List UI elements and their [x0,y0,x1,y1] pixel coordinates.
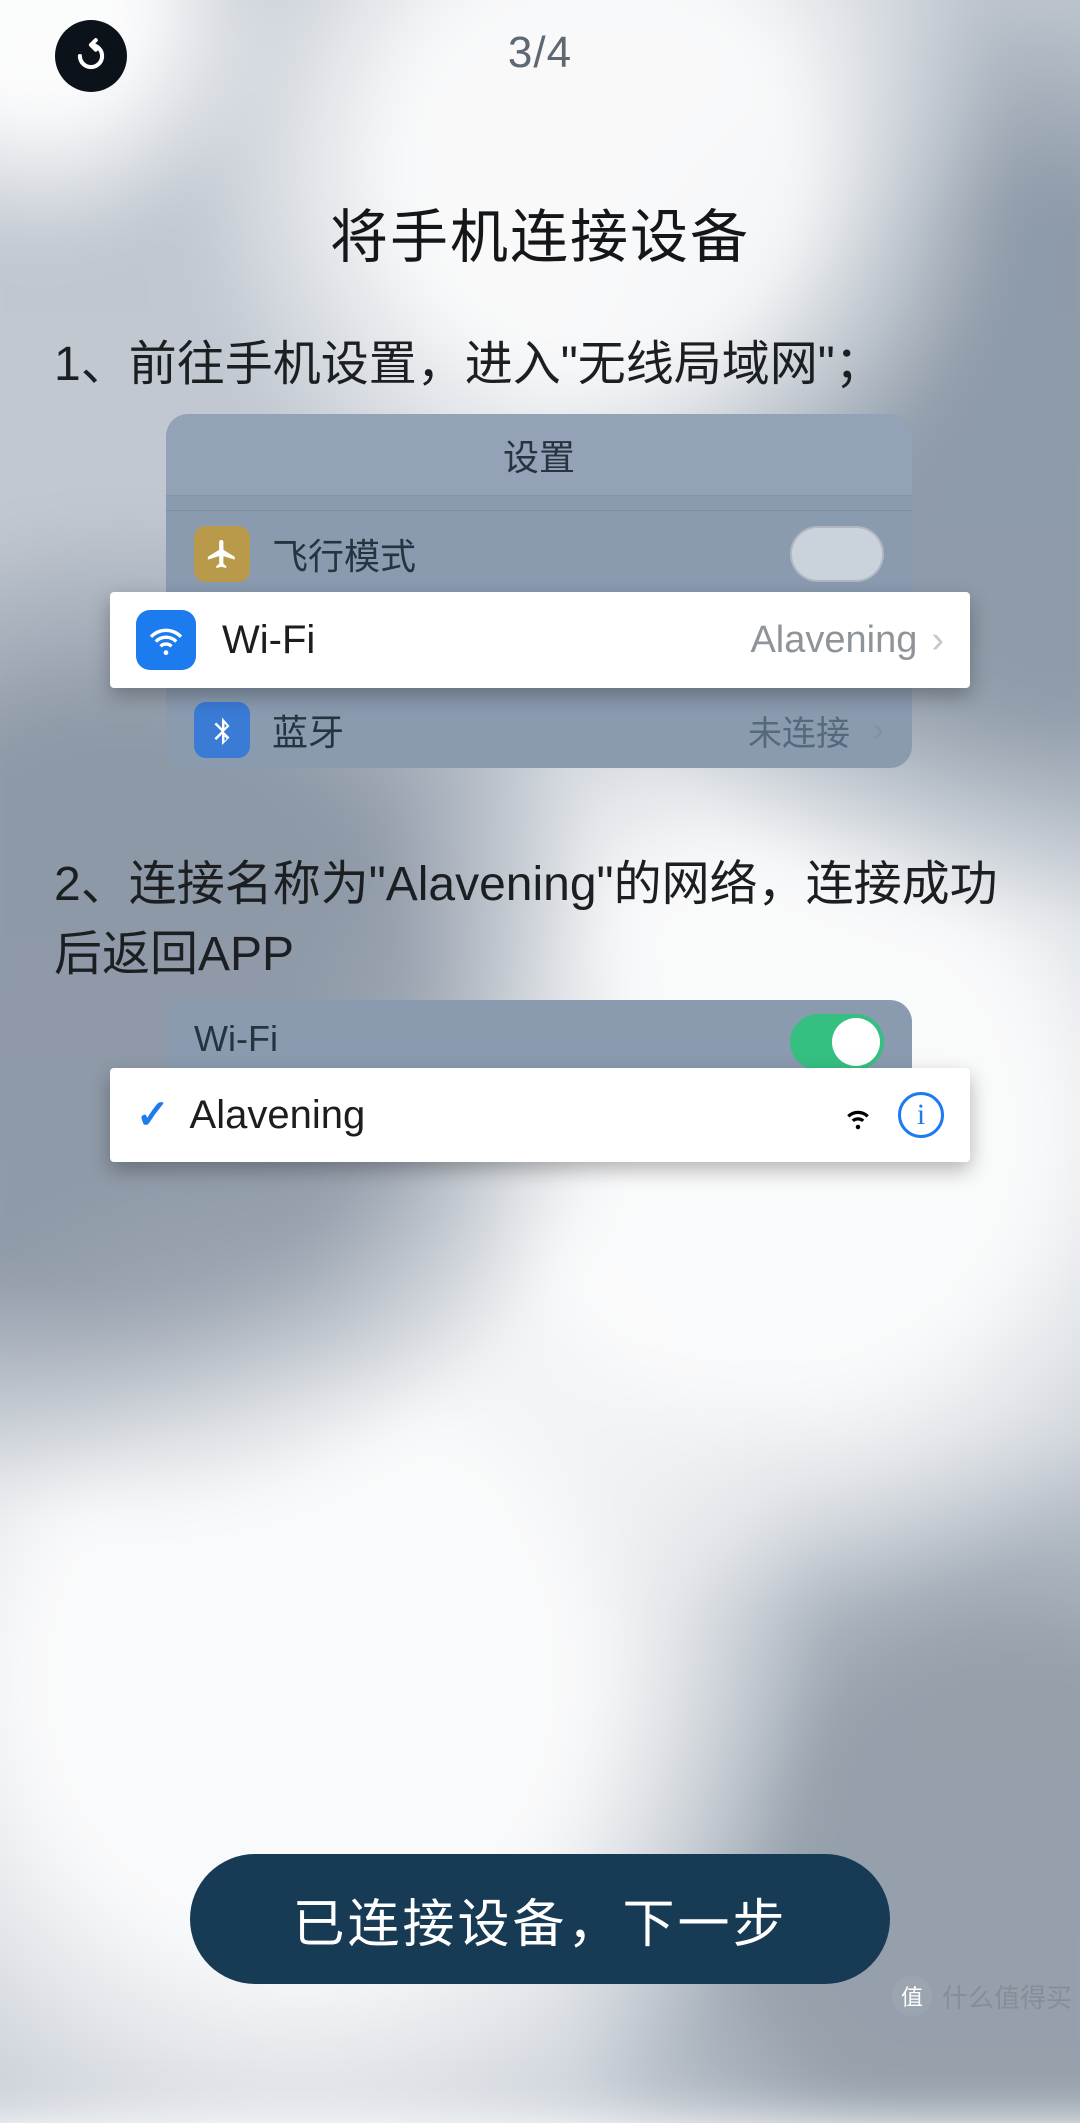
wifi-network-row-highlight: ✓ Alavening i [110,1068,970,1162]
wifi-value: Alavening [750,619,917,662]
chevron-right-icon: › [873,711,884,750]
airplane-icon [194,526,250,582]
step-1-text: 1、前往手机设置，进入"无线局域网"； [54,330,1026,400]
airplane-toggle-off [790,526,884,582]
bluetooth-label: 蓝牙 [272,704,344,756]
bluetooth-icon [194,702,250,758]
step-2-text: 2、连接名称为"Alavening"的网络，连接成功后返回APP [54,850,1026,989]
chevron-right-icon: › [931,619,944,662]
wifi-signal-icon [840,1097,876,1133]
wifi-label: Wi-Fi [222,618,315,663]
settings-illustration-panel: 设置 飞行模式 蓝牙 未连接 › [166,414,912,768]
wifi-icon [136,610,196,670]
watermark-text: 什么值得买 [942,1978,1072,2015]
airplane-mode-row: 飞行模式 [166,510,912,598]
next-button-label: 已连接设备，下一步 [292,1882,787,1957]
watermark: 值 什么值得买 [892,1976,1072,2016]
wifi-toggle-label: Wi-Fi [194,1018,278,1059]
watermark-badge: 值 [892,1976,932,2016]
page-indicator: 3/4 [0,28,1080,78]
wifi-toggle-on [790,1014,884,1070]
info-icon: i [898,1092,944,1138]
bluetooth-value: 未连接 [748,706,850,755]
checkmark-icon: ✓ [136,1092,170,1138]
bluetooth-row: 蓝牙 未连接 › [166,686,912,768]
wifi-network-name: Alavening [190,1093,366,1138]
wifi-settings-row-highlight: Wi-Fi Alavening › [110,592,970,688]
page-title: 将手机连接设备 [0,190,1080,274]
airplane-label: 飞行模式 [272,528,416,580]
next-button[interactable]: 已连接设备，下一步 [190,1854,890,1984]
settings-title: 设置 [166,414,912,496]
